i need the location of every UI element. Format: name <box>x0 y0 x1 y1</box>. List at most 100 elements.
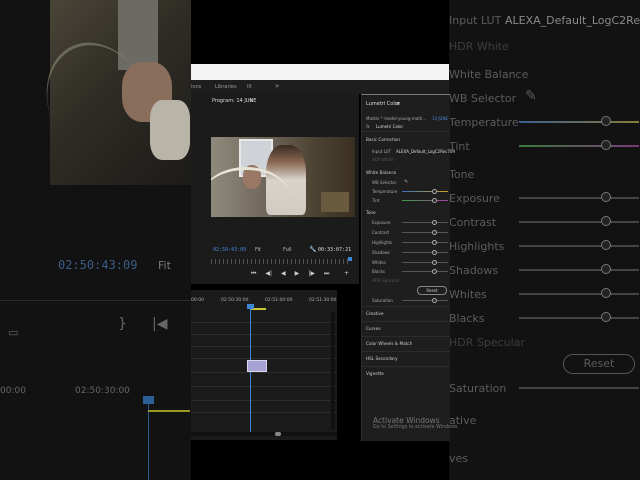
input-lut-select[interactable]: ALEXA_Default_LogC2Rec709 <box>396 149 455 154</box>
exposure-label: Exposure <box>372 220 391 225</box>
tab-more[interactable]: lIt <box>247 84 252 90</box>
activate-windows-subtitle: Go to Settings to activate Windows. <box>373 425 459 430</box>
lumetri-menu-icon[interactable]: ≡ <box>396 101 400 107</box>
master-clip-select[interactable]: Master * model-young-moth... <box>366 116 426 121</box>
saturation-knob[interactable] <box>432 298 437 303</box>
divider <box>362 366 450 367</box>
background-left-panel: 02:50:43:09 Fit } |◀ ▭ 00:00 02:50:30:00 <box>0 0 191 480</box>
fx-icon[interactable]: fx <box>366 124 370 129</box>
duration-timecode: 00:33:07:21 <box>318 247 352 253</box>
background-video-frame <box>26 0 191 188</box>
temperature-label: Temperature <box>372 189 398 194</box>
program-monitor: Program: 14 JUNE ≡ 02:50:43:09 Fit Full … <box>191 94 359 284</box>
timeline-horizontal-scrollbar[interactable] <box>191 432 337 436</box>
bg-reset-button: Reset <box>563 354 635 374</box>
shadows-knob[interactable] <box>432 250 437 255</box>
go-to-out-icon[interactable]: ⏭ <box>324 270 329 277</box>
track-divider <box>191 322 337 323</box>
program-monitor-menu-icon[interactable]: ≡ <box>249 98 253 104</box>
exposure-slider[interactable] <box>402 222 448 223</box>
timeline-vertical-scrollbar[interactable] <box>331 312 335 430</box>
blacks-knob[interactable] <box>432 269 437 274</box>
curves-section[interactable]: Curves <box>366 326 381 331</box>
bg-saturation-slider <box>519 387 639 389</box>
basic-correction-section[interactable]: Basic Correction <box>366 137 400 142</box>
background-work-area <box>148 410 190 412</box>
play-reverse-icon[interactable]: ◀ <box>281 270 286 277</box>
program-video-frame[interactable] <box>211 137 355 217</box>
divider <box>362 306 450 307</box>
divider <box>362 321 450 322</box>
track-divider <box>191 372 337 373</box>
zoom-select[interactable]: Fit <box>255 247 261 253</box>
bg-contrast-slider <box>519 221 639 223</box>
wrench-icon[interactable]: 🔧 <box>309 246 316 253</box>
highlights-knob[interactable] <box>432 240 437 245</box>
vignette-section[interactable]: Vignette <box>366 371 384 376</box>
saturation-slider[interactable] <box>402 300 448 301</box>
color-wheels-section[interactable]: Color Wheels & Match <box>366 341 412 346</box>
white-balance-section[interactable]: White Balance <box>366 170 396 175</box>
reset-button[interactable]: Reset <box>417 286 447 295</box>
timeline-ruler-label: 00:00 <box>191 298 204 303</box>
go-to-in-icon[interactable]: ⏮ <box>251 270 256 277</box>
add-button-icon[interactable]: + <box>344 270 349 277</box>
temperature-slider[interactable] <box>402 191 448 192</box>
temperature-knob[interactable] <box>432 189 437 194</box>
bg-blacks-slider <box>519 317 639 319</box>
hsl-secondary-section[interactable]: HSL Secondary <box>366 356 398 361</box>
step-forward-icon[interactable]: |▶ <box>308 270 315 277</box>
blacks-slider[interactable] <box>402 271 448 272</box>
eyedropper-icon[interactable]: ✎ <box>404 179 408 185</box>
bg-exposure-slider <box>519 197 639 199</box>
lumetri-panel-title[interactable]: Lumetri Color <box>366 101 400 107</box>
divider <box>362 336 450 337</box>
playhead-timecode[interactable]: 02:50:43:09 <box>213 247 246 253</box>
timeline-tracks[interactable] <box>191 312 337 432</box>
track-divider <box>191 334 337 335</box>
contrast-slider[interactable] <box>402 232 448 233</box>
timeline-ruler-label: 02:51:00:00 <box>265 298 293 303</box>
shadows-slider[interactable] <box>402 252 448 253</box>
monitor-scrub-bar[interactable] <box>211 259 351 264</box>
bg-wb-selector: WB Selector <box>449 92 517 105</box>
highlights-label: Highlights <box>372 240 393 245</box>
timeline-ruler-label: 02:50:30:00 <box>221 298 249 303</box>
whites-slider[interactable] <box>402 262 448 263</box>
resolution-select[interactable]: Full <box>283 247 292 253</box>
bg-tint-slider <box>519 145 639 147</box>
creative-section[interactable]: Creative <box>366 311 384 316</box>
tint-slider[interactable] <box>402 200 448 201</box>
highlights-slider[interactable] <box>402 242 448 243</box>
input-lut-label: Input LUT <box>372 149 392 154</box>
exposure-knob[interactable] <box>432 220 437 225</box>
background-camera-icon: ▭ <box>8 326 19 339</box>
bg-highlights: Highlights <box>449 240 505 253</box>
bg-blacks: Blacks <box>449 312 485 325</box>
track-divider <box>191 358 337 359</box>
tone-section[interactable]: Tone <box>366 210 376 215</box>
timeline-clip[interactable] <box>247 360 267 372</box>
bg-temperature: Temperature <box>449 116 519 129</box>
whites-knob[interactable] <box>432 260 437 265</box>
play-icon[interactable]: ▶ <box>295 270 300 277</box>
tabs-overflow-button[interactable]: » <box>275 82 279 90</box>
background-divider <box>0 300 191 301</box>
background-arm <box>150 100 190 160</box>
premiere-window: ions Libraries lIt » Program: 14 JUNE ≡ … <box>191 0 459 480</box>
tab-libraries[interactable]: Libraries <box>215 84 237 90</box>
tab-effects[interactable]: ions <box>191 84 201 90</box>
timeline-scroll-handle[interactable] <box>275 432 281 436</box>
panel-tabs: ions Libraries lIt » <box>191 80 449 94</box>
bg-whites-knob <box>601 288 611 298</box>
step-back-icon[interactable]: ◀| <box>265 270 272 277</box>
title-bar <box>191 64 449 80</box>
sequence-clip-select[interactable]: 14 JUNE <box>432 116 448 121</box>
bg-temperature-knob <box>601 116 611 126</box>
bg-shadows: Shadows <box>449 264 499 277</box>
tint-knob[interactable] <box>432 198 437 203</box>
bg-whites: Whites <box>449 288 487 301</box>
monitor-playhead[interactable] <box>348 257 352 261</box>
contrast-knob[interactable] <box>432 230 437 235</box>
bg-tone: Tone <box>449 168 475 181</box>
